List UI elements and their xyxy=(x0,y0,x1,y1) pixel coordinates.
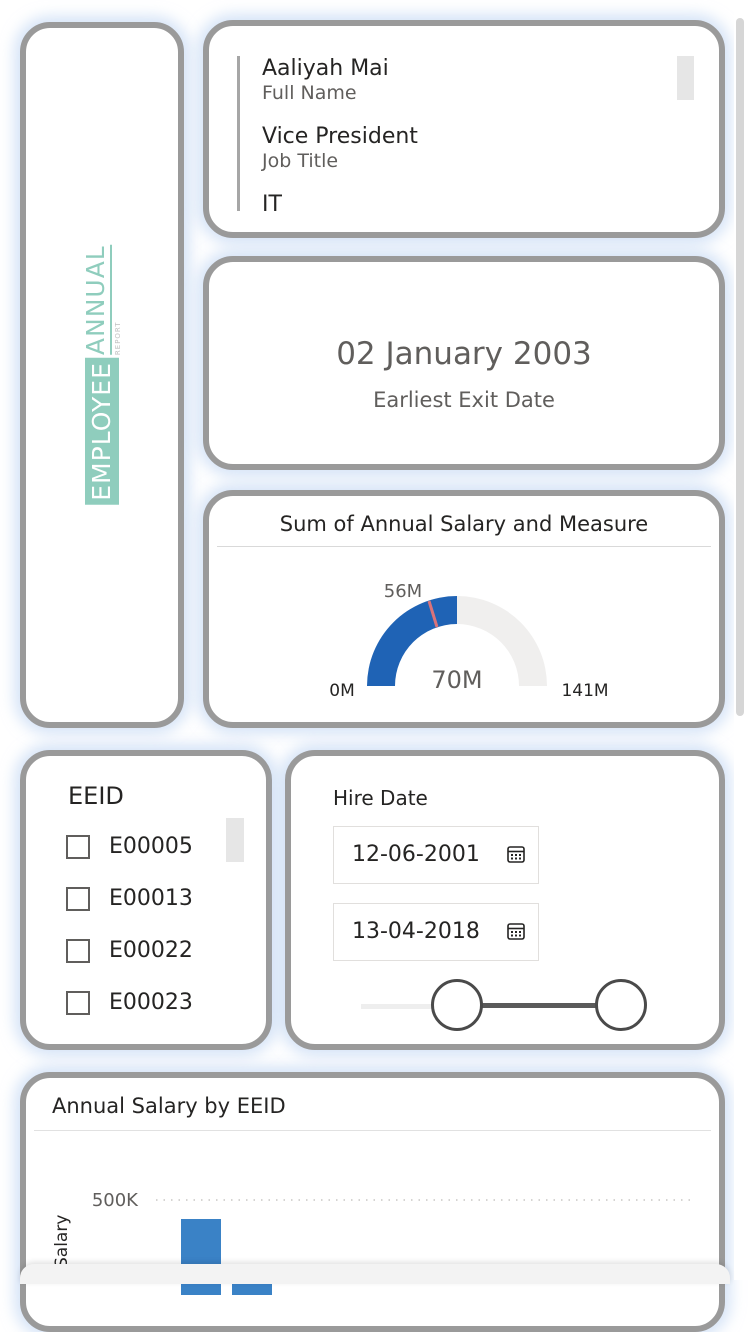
logo-word-employee: EMPLOYEE xyxy=(85,358,119,505)
slider-start-handle[interactable] xyxy=(431,979,483,1031)
start-date-value: 12-06-2001 xyxy=(352,842,480,867)
exit-date-value: 02 January 2003 xyxy=(336,336,592,372)
department-value: IT xyxy=(262,192,282,211)
slicer-item[interactable]: E00022 xyxy=(66,938,193,963)
job-title-label: Job Title xyxy=(262,150,339,172)
gauge-value-label: 70M xyxy=(431,666,482,694)
slicer-item-label: E00005 xyxy=(109,834,193,859)
start-date-input[interactable]: 12-06-2001 xyxy=(333,826,539,884)
logo-word-annual: ANNUAL xyxy=(81,245,112,356)
y-tick-label: 500K xyxy=(92,1190,139,1211)
checkbox[interactable] xyxy=(66,834,90,859)
field-job-title: Vice President Job Title xyxy=(262,124,682,172)
gauge-chart[interactable]: 56M 70M 0M 141M xyxy=(209,496,719,722)
checkbox[interactable] xyxy=(66,990,90,1015)
page-scrollbar-thumb[interactable] xyxy=(736,18,744,716)
slicer-item-label: E00023 xyxy=(109,990,193,1015)
full-name-label: Full Name xyxy=(262,82,357,104)
slicer-scrollbar[interactable] xyxy=(226,818,244,862)
end-date-input[interactable]: 13-04-2018 xyxy=(333,903,539,961)
bottom-sheet[interactable] xyxy=(20,1264,730,1284)
y-axis-title: Salary xyxy=(52,1215,72,1268)
employee-info-card[interactable]: Aaliyah Mai Full Name Vice President Job… xyxy=(203,20,725,238)
field-department: IT xyxy=(262,192,682,211)
logo-card: EMPLOYEE ANNUAL REPORT xyxy=(20,22,184,728)
gauge-max-label: 141M xyxy=(561,681,608,701)
hire-date-slicer-card[interactable]: Hire Date 12-06-2001 13-04-2018 xyxy=(285,750,725,1050)
hire-date-title: Hire Date xyxy=(333,786,428,810)
salary-gauge-card[interactable]: Sum of Annual Salary and Measure 56M 70M… xyxy=(203,490,725,728)
slider-end-handle[interactable] xyxy=(595,979,647,1031)
page-scrollbar[interactable] xyxy=(734,0,748,1280)
slicer-item[interactable]: E00023 xyxy=(66,990,193,1015)
slicer-item[interactable]: E00005 xyxy=(66,834,193,859)
report-logo: EMPLOYEE ANNUAL REPORT xyxy=(81,245,122,505)
end-date-value: 13-04-2018 xyxy=(352,919,480,944)
checkbox[interactable] xyxy=(66,938,90,963)
calendar-icon[interactable] xyxy=(506,844,526,864)
bar-chart[interactable]: Salary 500K xyxy=(26,1078,719,1326)
salary-bar-chart-card[interactable]: Annual Salary by EEID Salary 500K xyxy=(20,1072,725,1332)
calendar-icon[interactable] xyxy=(506,921,526,941)
full-name-value: Aaliyah Mai xyxy=(262,56,389,81)
gauge-min-label: 0M xyxy=(329,681,354,701)
exit-date-label: Earliest Exit Date xyxy=(373,388,555,412)
eeid-slicer-title: EEID xyxy=(68,782,124,810)
job-title-value: Vice President xyxy=(262,124,418,149)
eeid-slicer-card[interactable]: EEID E00005 E00013 E00022 E00023 xyxy=(20,750,272,1050)
field-full-name: Aaliyah Mai Full Name xyxy=(262,56,682,104)
logo-word-report: REPORT xyxy=(114,321,122,356)
exit-date-card: 02 January 2003 Earliest Exit Date xyxy=(203,256,725,470)
checkbox[interactable] xyxy=(66,886,90,911)
card-scrollbar[interactable] xyxy=(677,56,694,100)
gauge-target-label: 56M xyxy=(384,581,422,602)
slicer-item[interactable]: E00013 xyxy=(66,886,193,911)
multi-row-card: Aaliyah Mai Full Name Vice President Job… xyxy=(237,56,682,211)
slicer-item-label: E00022 xyxy=(109,938,193,963)
slicer-item-label: E00013 xyxy=(109,886,193,911)
